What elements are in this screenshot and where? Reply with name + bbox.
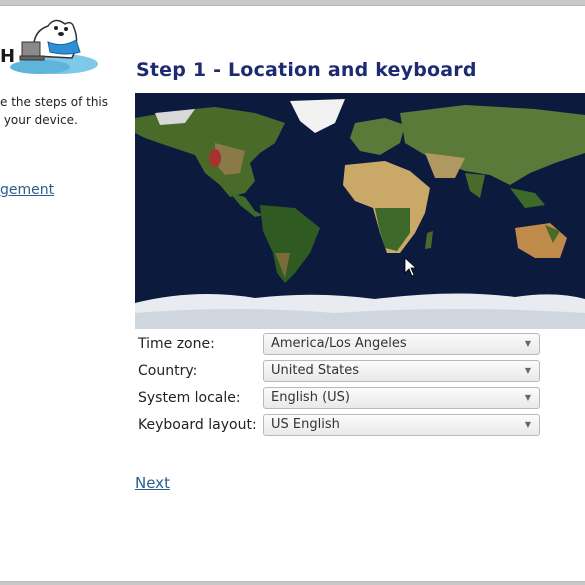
chevron-down-icon: ▼ (524, 339, 531, 348)
locale-value: English (US) (271, 390, 350, 405)
chevron-down-icon: ▼ (524, 393, 531, 402)
country-label: Country: (138, 363, 198, 379)
chevron-down-icon: ▼ (524, 420, 531, 429)
polar-bear-logo-icon: H (0, 19, 98, 74)
svg-text:H: H (0, 46, 15, 67)
sidebar-management-link[interactable]: gement (0, 182, 54, 198)
page-title: Step 1 - Location and keyboard (136, 59, 477, 81)
installer-window: H e the steps of this your device. gemen… (0, 5, 585, 582)
world-map-image (135, 93, 585, 329)
window-frame: H e the steps of this your device. gemen… (0, 0, 585, 585)
keyboard-select[interactable]: US English ▼ (263, 414, 540, 436)
next-link[interactable]: Next (135, 474, 170, 492)
keyboard-value: US English (271, 417, 340, 432)
timezone-marker (209, 149, 221, 167)
world-map[interactable] (135, 93, 585, 329)
locale-select[interactable]: English (US) ▼ (263, 387, 540, 409)
keyboard-label: Keyboard layout: (138, 417, 257, 433)
sidebar-intro-text: e the steps of this your device. (0, 95, 109, 127)
country-select[interactable]: United States ▼ (263, 360, 540, 382)
country-value: United States (271, 363, 360, 378)
timezone-label: Time zone: (138, 336, 215, 352)
timezone-value: America/Los Angeles (271, 336, 407, 351)
chevron-down-icon: ▼ (524, 366, 531, 375)
locale-label: System locale: (138, 390, 241, 406)
timezone-select[interactable]: America/Los Angeles ▼ (263, 333, 540, 355)
